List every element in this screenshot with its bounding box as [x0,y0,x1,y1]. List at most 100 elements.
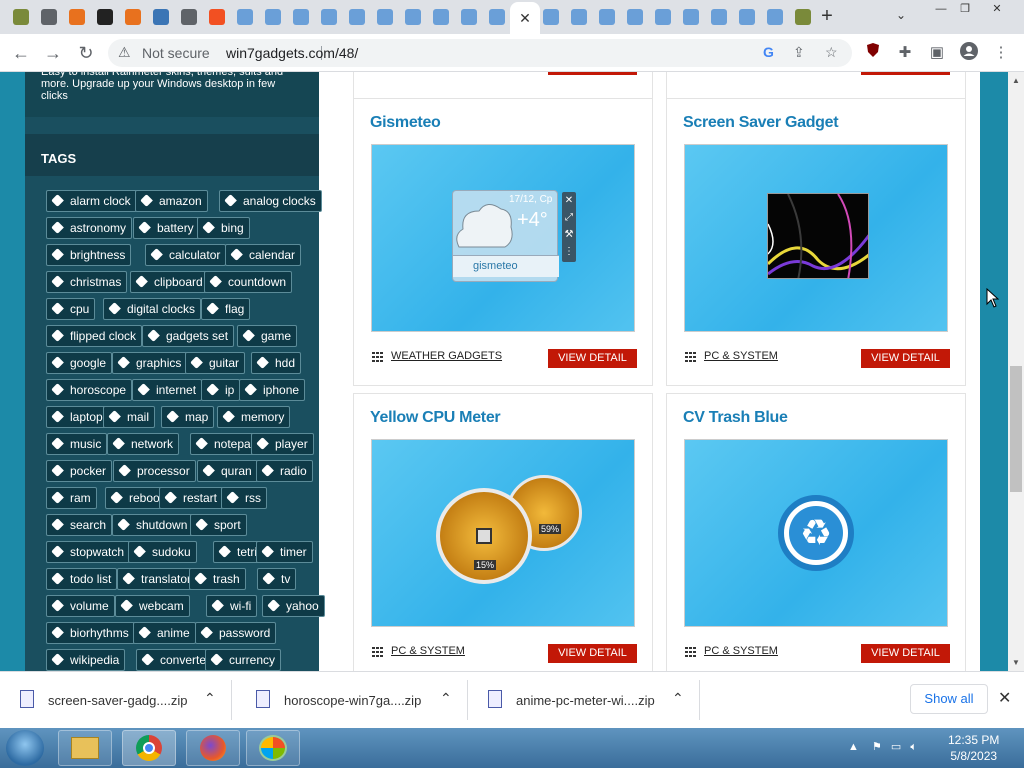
browser-tab[interactable] [64,5,90,29]
view-detail-button[interactable]: VIEW DETAIL [861,644,950,663]
card-title[interactable]: Yellow CPU Meter [370,409,501,427]
network-icon[interactable]: ▭ [891,741,901,753]
close-downloads-button[interactable]: ✕ [998,688,1011,708]
tag-link[interactable]: wi-fi [206,595,258,617]
tag-link[interactable]: tv [257,568,297,590]
tag-link[interactable]: brightness [46,244,132,266]
tag-link[interactable]: anime [133,622,196,644]
tag-link[interactable]: search [46,514,113,536]
tag-link[interactable]: graphics [112,352,188,374]
tag-link[interactable]: memory [217,406,291,428]
minimize-button[interactable]: — [928,2,954,18]
action-center-icon[interactable]: ⚑ [872,741,882,753]
window-close-button[interactable]: ✕ [984,2,1010,18]
browser-tab[interactable] [456,5,482,29]
card-thumbnail[interactable]: 59% 15% [371,439,635,627]
browser-tab[interactable] [706,5,732,29]
tag-link[interactable]: astronomy [46,217,133,239]
category-link[interactable]: PC & SYSTEM [704,350,778,362]
tag-link[interactable]: map [161,406,215,428]
card-title[interactable]: Gismeteo [370,114,441,132]
download-item[interactable]: anime-pc-meter-wi....zip ⌃ [468,680,700,720]
address-bar[interactable]: ⚠ Not secure win7gadgets.com/48/ G ⇪ ☆ [108,39,852,67]
browser-tab[interactable] [204,5,230,29]
ublock-icon[interactable] [862,42,884,64]
tag-link[interactable]: timer [256,541,313,563]
category-link[interactable]: WEATHER GADGETS [391,350,502,362]
tag-link[interactable]: digital clocks [103,298,202,320]
tag-link[interactable]: restart [159,487,224,509]
reload-button[interactable]: ↻ [75,42,97,64]
browser-tab[interactable] [148,5,174,29]
tag-link[interactable]: battery [133,217,200,239]
view-detail-button[interactable]: VIEW DETAIL [861,349,950,368]
chevron-up-icon[interactable]: ⌃ [672,690,684,707]
tag-link[interactable]: amazon [135,190,208,212]
sidepanel-icon[interactable]: ▣ [926,42,948,64]
tag-link[interactable]: christmas [46,271,128,293]
tag-link[interactable]: clipboard [130,271,209,293]
tag-link[interactable]: google [46,352,113,374]
card-thumbnail[interactable] [684,144,948,332]
chevron-up-icon[interactable]: ⌃ [440,690,452,707]
browser-tab[interactable] [790,5,816,29]
tag-link[interactable]: music [46,433,108,455]
download-name[interactable]: horoscope-win7ga....zip [284,693,421,708]
tag-link[interactable]: trash [189,568,246,590]
tag-link[interactable]: calendar [225,244,302,266]
tag-link[interactable]: todo list [46,568,118,590]
browser-tab[interactable] [650,5,676,29]
tag-link[interactable]: countdown [204,271,293,293]
page-scrollbar[interactable]: ▲ ▼ [1008,72,1024,671]
app-taskbar-button[interactable] [246,730,300,766]
scroll-up-icon[interactable]: ▲ [1012,76,1020,85]
browser-tab[interactable] [8,5,34,29]
card-title[interactable]: CV Trash Blue [683,409,788,427]
tag-link[interactable]: pocker [46,460,113,482]
browser-tab[interactable] [734,5,760,29]
tag-link[interactable]: ram [46,487,97,509]
tab-close-button[interactable]: ✕ [519,10,531,27]
share-icon[interactable]: ⇪ [793,44,805,61]
tag-link[interactable]: player [251,433,314,455]
browser-tab[interactable] [372,5,398,29]
view-detail-button[interactable]: VIEW DETAIL [548,349,637,368]
new-tab-button[interactable]: + [816,6,838,28]
explorer-taskbar-button[interactable] [58,730,112,766]
chevron-up-icon[interactable]: ⌃ [204,690,216,707]
tag-link[interactable]: quran [197,460,258,482]
tag-link[interactable]: sudoku [128,541,197,563]
tag-link[interactable]: gadgets set [142,325,235,347]
tag-link[interactable]: yahoo [262,595,325,617]
tag-link[interactable]: internet [132,379,203,401]
card-thumbnail[interactable]: 17/12, Ср +4° gismeteo ✕ ⤢ ⚒ ⋮ [371,144,635,332]
tag-link[interactable]: volume [46,595,115,617]
tag-link[interactable]: hdd [251,352,302,374]
tag-link[interactable]: laptop [46,406,109,428]
tag-link[interactable]: webcam [115,595,190,617]
tag-link[interactable]: radio [256,460,313,482]
tag-link[interactable]: guitar [185,352,246,374]
browser-tab[interactable] [36,5,62,29]
extensions-icon[interactable]: ✚ [894,42,916,64]
restore-button[interactable]: ❐ [952,2,978,18]
start-button[interactable] [6,730,44,766]
tab-search-button[interactable]: ⌄ [896,8,906,22]
tag-link[interactable]: mail [103,406,156,428]
browser-tab[interactable] [316,5,342,29]
tag-link[interactable]: rss [221,487,267,509]
menu-icon[interactable]: ⋮ [990,42,1012,64]
download-item[interactable]: horoscope-win7ga....zip ⌃ [236,680,468,720]
download-item[interactable]: screen-saver-gadg....zip ⌃ [0,680,232,720]
browser-tab[interactable] [762,5,788,29]
tag-link[interactable]: wikipedia [46,649,126,671]
profile-icon[interactable] [958,42,980,64]
active-tab[interactable]: ✕ [510,2,540,34]
browser-tab[interactable] [678,5,704,29]
browser-tab[interactable] [594,5,620,29]
tag-link[interactable]: currency [205,649,282,671]
tag-link[interactable]: sport [190,514,247,536]
tag-link[interactable]: network [107,433,180,455]
browser-tab[interactable] [400,5,426,29]
download-name[interactable]: screen-saver-gadg....zip [48,693,187,708]
